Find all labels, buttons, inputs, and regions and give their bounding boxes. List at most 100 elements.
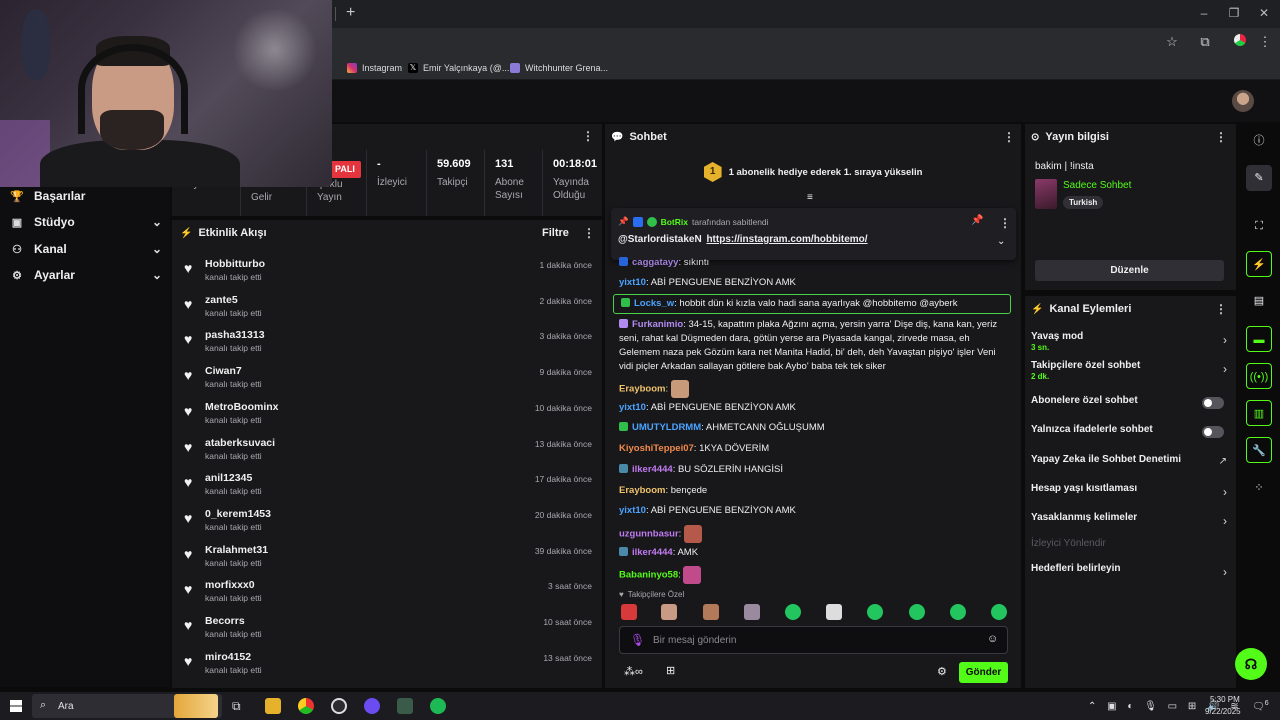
sub-gift-banner[interactable]: 1 1 abonelik hediye ederek 1. sıraya yük… <box>605 158 1021 186</box>
obs-icon[interactable] <box>331 698 347 714</box>
close-window-button[interactable]: ✕ <box>1254 4 1274 22</box>
wrench-icon[interactable]: 🔧 <box>1246 437 1272 463</box>
clock-time[interactable]: 5:30 PM <box>1210 695 1240 704</box>
send-button[interactable]: Gönder <box>959 662 1008 683</box>
emote-button[interactable] <box>661 604 677 620</box>
chat-message[interactable]: Furkanimio: 34-15, kapattım plaka Ağzını… <box>619 318 1011 374</box>
taskbar-search[interactable]: ⌕ Ara <box>32 694 222 718</box>
chat-message[interactable]: KiyoshiTeppei07: 1KYA DÖVERİM <box>619 442 1011 456</box>
channel-action-row[interactable]: Hedefleri belirleyin › <box>1031 563 1227 585</box>
activity-item[interactable]: ♥ zante5 kanalı takip etti 2 dakika önce <box>182 291 594 323</box>
edit-stream-button[interactable]: Düzenle <box>1035 260 1224 281</box>
edit-icon[interactable]: ✎ <box>1246 165 1272 191</box>
chat-message[interactable]: yixt10: ABİ PENGUENE BENZİYON AMK <box>619 504 1011 518</box>
bookmark-witchhunter[interactable]: Witchhunter Grena... <box>510 60 608 76</box>
activity-item[interactable]: ♥ Kralahmet31 kanalı takip etti 39 dakika ö… <box>182 541 594 573</box>
spotify-icon[interactable] <box>430 698 446 714</box>
notifications-icon[interactable]: 🗨6 <box>1252 700 1269 712</box>
sidebar-item-achievements[interactable]: 🏆 Başarılar <box>10 186 162 206</box>
activity-item[interactable]: ♥ Hobbitturbo kanalı takip etti 1 dakika ön… <box>182 255 594 287</box>
apps-icon[interactable]: ⁘ <box>1246 475 1272 501</box>
task-view-icon[interactable]: ⧉ <box>232 698 248 714</box>
toggle-switch[interactable] <box>1202 397 1224 409</box>
windows-start-icon[interactable] <box>10 700 22 712</box>
chat-username[interactable]: yixt10 <box>619 402 646 413</box>
sidebar-item-studio[interactable]: ▣ Stüdyo ⌄ <box>10 212 162 232</box>
discord-icon[interactable] <box>364 698 380 714</box>
chrome-icon[interactable] <box>298 698 314 714</box>
chat-message[interactable]: Erayboom: bençede <box>619 484 1011 498</box>
unpin-icon[interactable]: 📌 <box>971 215 983 226</box>
extensions-icon[interactable]: ⧉ <box>1196 33 1214 51</box>
channel-action-row[interactable]: Yapay Zeka ile Sohbet Denetimi ↗ <box>1031 454 1227 476</box>
activity-menu-icon[interactable]: ⋮ <box>583 226 595 240</box>
broadcast-icon[interactable]: ((•)) <box>1246 363 1272 389</box>
clock-date[interactable]: 9/22/2025 <box>1205 707 1241 716</box>
points-icon[interactable]: ⁂∞ <box>624 665 643 678</box>
chat-message[interactable]: ilker4444: AMK <box>619 546 1011 560</box>
chat-username[interactable]: ilker4444 <box>632 547 673 558</box>
gift-icon[interactable]: ⊞ <box>666 664 675 677</box>
activity-item[interactable]: ♥ 0_kerem1453 kanalı takip etti 20 dakika ö… <box>182 505 594 537</box>
channel-action-row[interactable]: Yalnızca ifadelerle sohbet <box>1031 424 1227 446</box>
chat-username[interactable]: ilker4444 <box>632 464 673 475</box>
chat-username[interactable]: Babaninyo58 <box>619 570 678 581</box>
chat-username[interactable]: UMUTYLDRMM <box>632 422 701 433</box>
lightning-icon[interactable]: ⚡ <box>1246 251 1272 277</box>
chat-username[interactable]: KiyoshiTeppei07 <box>619 443 694 454</box>
document-icon[interactable]: ▤ <box>1246 288 1272 314</box>
channel-actions-menu-icon[interactable]: ⋮ <box>1215 302 1227 316</box>
pinned-message[interactable]: 📌 BotRix tarafından sabitlendi @Starlord… <box>611 208 1016 260</box>
pinned-menu-icon[interactable]: ⋮ <box>999 216 1011 230</box>
stats-menu-icon[interactable]: ⋮ <box>582 129 594 143</box>
emote-button[interactable] <box>867 604 883 620</box>
chat-username[interactable]: caggatayy <box>632 257 678 268</box>
chat-settings-gear-icon[interactable]: ⚙ <box>937 665 947 678</box>
activity-item[interactable]: ♥ ataberksuvaci kanalı takip etti 13 dakika… <box>182 434 594 466</box>
bookmark-x[interactable]: 𝕏 Emir Yalçınkaya (@... <box>408 60 509 76</box>
activity-item[interactable]: ♥ anil12345 kanalı takip etti 17 dakika önc… <box>182 469 594 501</box>
activity-item[interactable]: ♥ Becorrs kanalı takip etti 10 saat önce <box>182 612 594 644</box>
stream-category[interactable]: Sadece Sohbet <box>1063 180 1131 191</box>
chat-message[interactable]: UMUTYLDRMM: AHMETCANN OĞLUŞUMM <box>619 421 1011 435</box>
sidebar-item-settings[interactable]: ⚙ Ayarlar ⌄ <box>10 265 162 285</box>
channel-action-row[interactable]: Yavaş mod 3 sn. › <box>1031 331 1227 353</box>
channel-action-row[interactable]: Hesap yaşı kısıtlaması › <box>1031 483 1227 505</box>
chat-message[interactable]: ilker4444: BU SÖZLERİN HANGİSİ <box>619 463 1011 477</box>
chat-message[interactable]: Erayboom: <box>619 380 1011 398</box>
sidebar-item-channel[interactable]: ⚇ Kanal ⌄ <box>10 239 162 259</box>
emote-button[interactable] <box>621 604 637 620</box>
emoji-icon[interactable]: ☺ <box>987 633 998 645</box>
chat-username[interactable]: uzgunnbasur <box>619 529 679 540</box>
file-explorer-icon[interactable] <box>265 698 281 714</box>
chat-message[interactable]: Locks_w: hobbit dün ki kızla valo hadi s… <box>619 297 1011 311</box>
microphone-icon[interactable]: 🎙 <box>630 633 645 647</box>
chat-username[interactable]: Erayboom <box>619 485 665 496</box>
info-icon[interactable]: ⓘ <box>1246 128 1272 154</box>
chat-message[interactable]: yixt10: ABİ PENGUENE BENZİYON AMK <box>619 401 1011 415</box>
terminal-icon[interactable] <box>397 698 413 714</box>
activity-item[interactable]: ♥ miro4152 kanalı takip etti 13 saat önce <box>182 648 594 680</box>
collapse-icon[interactable]: ≡ <box>807 193 819 203</box>
emote-button[interactable] <box>826 604 842 620</box>
toggle-switch[interactable] <box>1202 426 1224 438</box>
chat-menu-icon[interactable]: ⋮ <box>1003 130 1015 144</box>
chat-username[interactable]: yixt10 <box>619 277 646 288</box>
activity-item[interactable]: ♥ Ciwan7 kanalı takip etti 9 dakika önce <box>182 362 594 394</box>
user-avatar[interactable] <box>1232 90 1254 112</box>
browser-menu-icon[interactable]: ⋮ <box>1256 33 1274 51</box>
help-icon[interactable]: ☊ <box>1235 648 1267 680</box>
layout-icon[interactable]: ▥ <box>1246 400 1272 426</box>
chat-username[interactable]: Locks_w <box>634 298 674 309</box>
chat-message[interactable]: Babaninyo58: <box>619 566 1011 584</box>
stream-info-menu-icon[interactable]: ⋮ <box>1215 130 1227 144</box>
chat-username[interactable]: Furkanimio <box>632 319 683 330</box>
chat-input[interactable]: 🎙 Bir mesaj gönderin ☺ <box>619 626 1008 654</box>
chat-icon[interactable]: ▬ <box>1246 326 1272 352</box>
profile-icon[interactable] <box>1231 33 1249 51</box>
bookmark-instagram[interactable]: Instagram <box>347 60 402 76</box>
emote-button[interactable] <box>909 604 925 620</box>
emote-button[interactable] <box>991 604 1007 620</box>
chat-message[interactable]: caggatayy: sıkıntı <box>619 256 1011 270</box>
chat-username[interactable]: Erayboom <box>619 384 665 395</box>
